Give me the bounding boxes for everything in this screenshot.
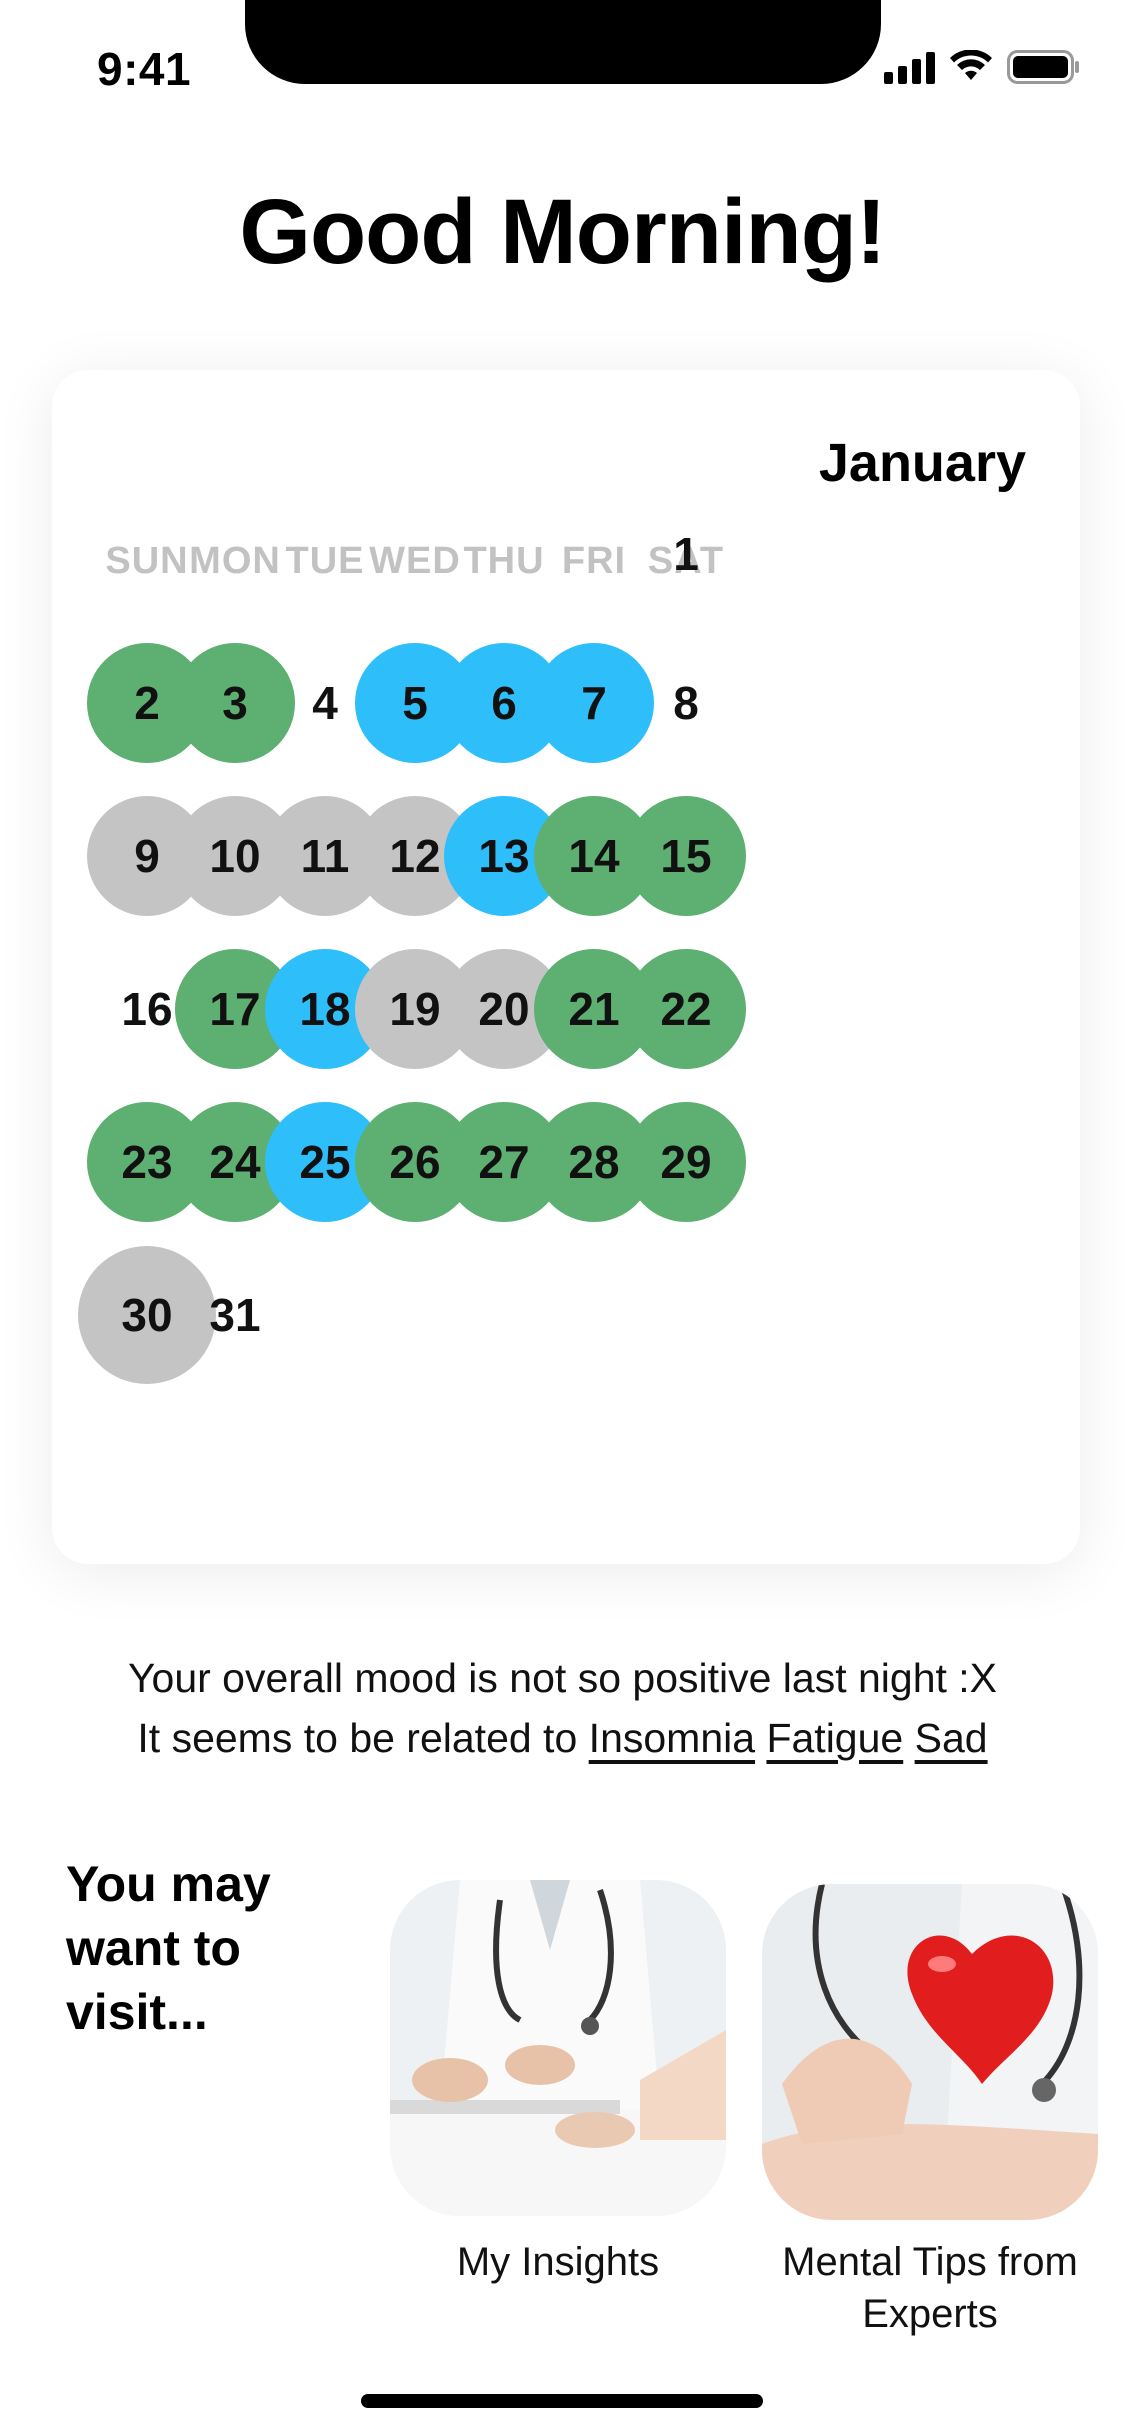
mood-summary-line1: Your overall mood is not so positive las… bbox=[127, 1655, 998, 1701]
screen: 9:41 Good Morning! January SUN MON TUE WED T… bbox=[0, 0, 1125, 2436]
calendar-day-22[interactable]: 22 bbox=[626, 949, 746, 1069]
mental-tips-card-image[interactable] bbox=[762, 1884, 1098, 2220]
mood-summary: Your overall mood is not so positive las… bbox=[0, 1648, 1125, 1768]
home-indicator[interactable] bbox=[361, 2394, 763, 2408]
tag-link-fatigue[interactable]: Fatigue bbox=[766, 1715, 903, 1761]
status-time: 9:41 bbox=[97, 43, 192, 95]
battery-icon bbox=[1007, 50, 1081, 84]
status-icons bbox=[884, 50, 1081, 84]
device-notch bbox=[245, 0, 881, 84]
tag-link-insomnia[interactable]: Insomnia bbox=[589, 1715, 755, 1761]
wifi-icon bbox=[949, 50, 993, 84]
heart-in-hands-image bbox=[762, 1884, 1098, 2220]
cellular-signal-icon bbox=[884, 50, 935, 84]
visit-heading: You may want to visit... bbox=[66, 1856, 271, 2040]
greeting-title: Good Morning! bbox=[239, 181, 886, 283]
my-insights-label[interactable]: My Insights bbox=[390, 2236, 726, 2288]
tag-link-sad[interactable]: Sad bbox=[915, 1715, 988, 1761]
mood-summary-line2: It seems to be related to Insomnia Fatig… bbox=[0, 1708, 1125, 1768]
mood-summary-prefix: It seems to be related to bbox=[137, 1715, 578, 1761]
calendar-month: January bbox=[818, 433, 1026, 493]
mental-tips-label[interactable]: Mental Tips from Experts bbox=[752, 2236, 1108, 2340]
mood-calendar: January SUN MON TUE WED THU FRI SAT 1234567891… bbox=[52, 370, 1080, 1564]
calendar-day-31[interactable]: 31 bbox=[175, 1255, 295, 1375]
calendar-day-1[interactable]: 1 bbox=[626, 494, 746, 614]
calendar-day-8[interactable]: 8 bbox=[626, 643, 746, 763]
my-insights-card-image[interactable] bbox=[390, 1880, 726, 2216]
calendar-day-29[interactable]: 29 bbox=[626, 1102, 746, 1222]
calendar-day-15[interactable]: 15 bbox=[626, 796, 746, 916]
doctor-consultation-image bbox=[390, 1880, 726, 2216]
